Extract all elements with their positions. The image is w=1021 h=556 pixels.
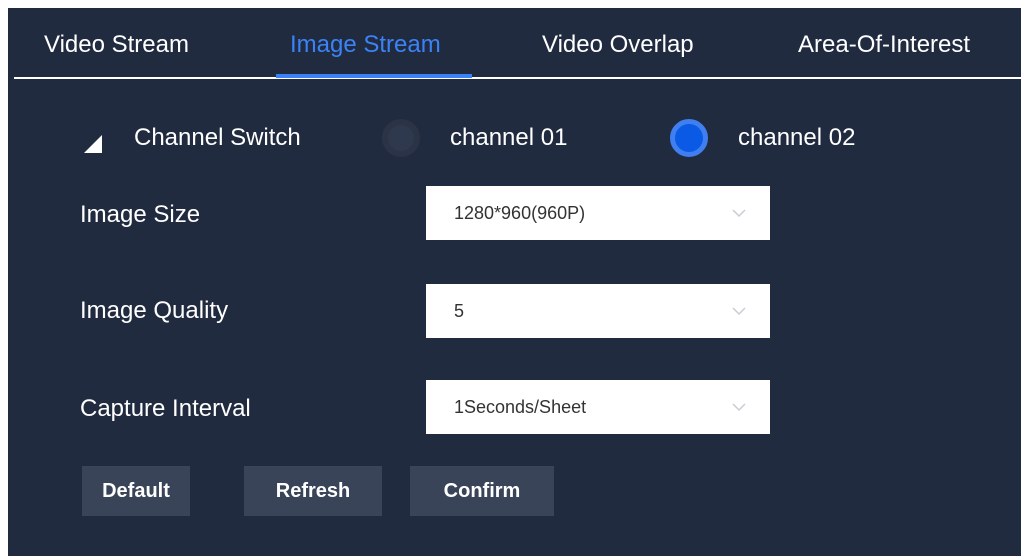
image-quality-value: 5 [454, 301, 465, 321]
tab-bar: Video Stream Image Stream Video Overlap … [8, 8, 1021, 80]
tab-video-overlap[interactable]: Video Overlap [542, 30, 694, 60]
tab-image-stream[interactable]: Image Stream [290, 30, 441, 60]
active-tab-indicator [276, 74, 472, 78]
chevron-down-icon [732, 209, 746, 218]
image-quality-select[interactable]: 5 [426, 284, 770, 338]
tab-video-stream[interactable]: Video Stream [44, 30, 189, 60]
capture-interval-select[interactable]: 1Seconds/Sheet [426, 380, 770, 434]
image-size-value: 1280*960(960P) [454, 203, 586, 223]
tab-bar-divider [14, 77, 1021, 79]
channel-01-radio[interactable] [382, 119, 420, 157]
image-size-label: Image Size [80, 201, 201, 228]
collapse-triangle-icon[interactable] [84, 135, 102, 153]
channel-02-label[interactable]: channel 02 [738, 123, 855, 153]
channel-01-label[interactable]: channel 01 [450, 123, 567, 153]
refresh-button[interactable]: Refresh [244, 466, 382, 516]
image-size-select[interactable]: 1280*960(960P) [426, 186, 770, 240]
image-stream-settings-panel: Video Stream Image Stream Video Overlap … [8, 8, 1021, 556]
image-quality-label: Image Quality [80, 297, 229, 324]
tab-area-of-interest[interactable]: Area-Of-Interest [798, 30, 970, 60]
channel-02-radio[interactable] [670, 119, 708, 157]
channel-switch-label: Channel Switch [134, 124, 301, 151]
chevron-down-icon [732, 307, 746, 316]
default-button[interactable]: Default [82, 466, 190, 516]
chevron-down-icon [732, 403, 746, 412]
confirm-button[interactable]: Confirm [410, 466, 554, 516]
capture-interval-value: 1Seconds/Sheet [454, 397, 587, 417]
capture-interval-label: Capture Interval [80, 395, 251, 422]
